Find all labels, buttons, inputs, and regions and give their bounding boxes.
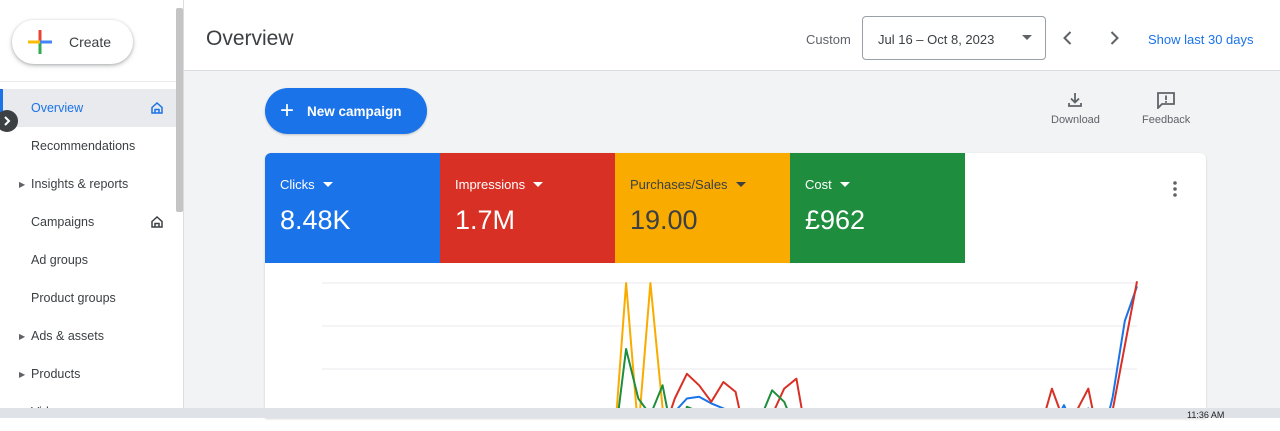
taskbar-clock: 11:36 AM — [1187, 410, 1225, 420]
metric-value: 1.7M — [455, 205, 516, 235]
expand-caret-icon: ▶ — [19, 331, 26, 341]
performance-card: Clicks 8.48K Impressions 1.7M Purchases/Sale… — [265, 153, 1206, 418]
page-title: Overview — [206, 27, 294, 50]
os-taskbar: 11:36 AM — [0, 408, 1280, 420]
sidebar-item-ad-groups[interactable]: Ad groups — [0, 241, 176, 279]
plus-icon — [28, 30, 52, 54]
sidebar: Create Overview Recommendations ▶ Insights … — [0, 0, 176, 419]
metric-value: 19.00 — [630, 205, 698, 235]
metric-tile-purchases-sales[interactable]: Purchases/Sales 19.00 — [615, 153, 790, 263]
download-label: Download — [1051, 114, 1100, 126]
sidebar-item-products[interactable]: ▶ Products — [0, 355, 176, 393]
dropdown-arrow-icon — [839, 182, 850, 187]
show-last-30-days-link[interactable]: Show last 30 days — [1148, 32, 1254, 47]
metric-name-text: Impressions — [455, 177, 526, 192]
chart-series-line-0 — [671, 285, 1138, 418]
sidebar-item-product-groups[interactable]: Product groups — [0, 279, 176, 317]
metric-tile-clicks[interactable]: Clicks 8.48K — [265, 153, 440, 263]
sidebar-divider — [0, 81, 176, 82]
header: Overview Custom Jul 16 – Oct 8, 2023 Sho… — [184, 8, 1280, 71]
date-range-select[interactable]: Jul 16 – Oct 8, 2023 — [862, 16, 1046, 60]
sidebar-item-label: Insights & reports — [31, 177, 129, 191]
dropdown-arrow-icon — [1022, 35, 1032, 40]
previous-period-icon[interactable] — [1056, 26, 1080, 50]
expand-caret-icon: ▶ — [19, 369, 26, 379]
next-period-icon[interactable] — [1102, 26, 1126, 50]
metric-name: Clicks — [280, 177, 333, 192]
metric-value: 8.48K — [280, 205, 351, 235]
metric-name: Cost — [805, 177, 850, 192]
create-label: Create — [69, 34, 112, 50]
sidebar-item-label: Product groups — [31, 291, 116, 305]
metric-name-text: Clicks — [280, 177, 315, 192]
plus-icon: + — [280, 97, 295, 124]
feedback-button[interactable]: Feedback — [1142, 91, 1190, 126]
sidebar-item-overview[interactable]: Overview — [0, 89, 176, 127]
metric-name: Purchases/Sales — [630, 177, 746, 192]
metric-tile-cost[interactable]: Cost £962 — [790, 153, 965, 263]
sidebar-item-label: Ads & assets — [31, 329, 104, 343]
metric-tile-impressions[interactable]: Impressions 1.7M — [440, 153, 615, 263]
sidebar-item-label: Ad groups — [31, 253, 88, 267]
new-campaign-label: New campaign — [307, 103, 402, 119]
metric-name-text: Purchases/Sales — [630, 177, 728, 192]
home-icon — [151, 101, 163, 114]
download-icon — [1068, 93, 1083, 107]
sidebar-item-label: Campaigns — [31, 215, 95, 229]
dropdown-arrow-icon — [735, 182, 746, 187]
sidebar-scrollbar[interactable] — [176, 8, 183, 212]
dropdown-arrow-icon — [533, 182, 544, 187]
sidebar-item-recommendations[interactable]: Recommendations — [0, 127, 176, 165]
create-button[interactable]: Create — [12, 20, 133, 64]
performance-line-chart — [322, 281, 1138, 418]
download-button[interactable]: Download — [1051, 91, 1100, 126]
sidebar-item-label: Recommendations — [31, 139, 136, 153]
sidebar-item-label: Overview — [31, 101, 84, 115]
chart-series-line-2 — [615, 282, 671, 418]
metric-value: £962 — [805, 205, 866, 235]
date-range-value: Jul 16 – Oct 8, 2023 — [878, 32, 995, 47]
custom-label: Custom — [806, 32, 851, 47]
new-campaign-button[interactable]: + New campaign — [265, 88, 427, 134]
sidebar-item-campaigns[interactable]: Campaigns — [0, 203, 176, 241]
sidebar-item-ads-assets[interactable]: ▶ Ads & assets — [0, 317, 176, 355]
more-options-icon[interactable] — [1163, 177, 1187, 201]
chart-series-line-1 — [667, 281, 1138, 418]
sidebar-item-label: Products — [31, 367, 81, 381]
home-icon — [151, 215, 163, 228]
expand-caret-icon: ▶ — [19, 179, 26, 189]
feedback-label: Feedback — [1142, 114, 1191, 126]
feedback-icon — [1157, 92, 1176, 109]
main-content: + New campaign Download Feedback Clicks 8… — [184, 71, 1280, 418]
sidebar-item-insights-reports[interactable]: ▶ Insights & reports — [0, 165, 176, 203]
dropdown-arrow-icon — [322, 182, 333, 187]
google-ads-app: Create Overview Recommendations ▶ Insights … — [0, 0, 1280, 420]
metric-name-text: Cost — [805, 177, 832, 192]
metric-name: Impressions — [455, 177, 544, 192]
